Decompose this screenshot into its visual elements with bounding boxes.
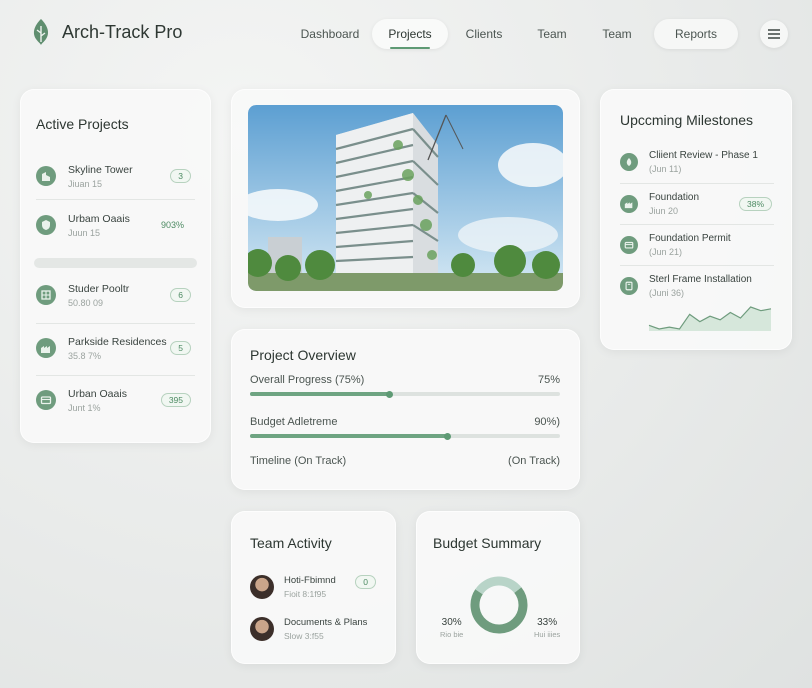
project-badge: 6 <box>170 288 191 302</box>
active-projects-card: Active Projects Skyline Tower Jiuan 15 3… <box>20 89 211 443</box>
progress-bar-fill <box>250 390 392 398</box>
activity-badge: 0 <box>355 575 376 589</box>
leaf-logo-icon <box>33 19 49 45</box>
project-item[interactable]: Skyline Tower Jiuan 15 3 <box>36 151 195 201</box>
milestone-date: Jiun 20 <box>649 206 679 216</box>
project-sub: 50.80 09 <box>68 297 104 308</box>
project-item[interactable]: Urban Oaais Junt 1% 395 <box>36 375 195 425</box>
budget-bar <box>250 432 560 440</box>
project-name: Studer Pooltr <box>68 282 130 295</box>
project-badge: 5 <box>170 341 191 355</box>
budget-summary-title: Budget Summary <box>433 535 542 551</box>
project-badge: 903% <box>160 220 184 230</box>
leaf-icon <box>620 153 638 171</box>
team-activity-title: Team Activity <box>250 535 332 551</box>
progress-label: Overall Progress (75%) <box>250 374 365 386</box>
budget-label: Budget Adletreme <box>250 416 338 428</box>
budget-right-value: 33% <box>537 617 558 628</box>
tab-team[interactable]: Team <box>520 19 584 49</box>
milestone-sparkline <box>648 306 772 331</box>
card-icon <box>36 390 56 410</box>
budget-donut-chart <box>470 576 528 634</box>
timeline-value: (On Track) <box>508 455 560 467</box>
grid-icon <box>36 285 56 305</box>
tab-clients[interactable]: Clients <box>448 19 520 49</box>
budget-left-sub: Rio bie <box>440 630 464 639</box>
budget-right-sub: Hui iiies <box>534 630 561 639</box>
milestone-name: Foundation Permit <box>649 233 731 244</box>
milestone-name: Sterl Frame Installation <box>649 274 752 285</box>
project-image-card <box>231 89 580 308</box>
activity-name: Hoti-Fbimnd <box>284 575 336 586</box>
activity-item[interactable]: Hoti-Fbimnd Fioit 8:1f95 0 <box>250 573 380 601</box>
top-nav: Dashboard Projects Clients Team Team Rep… <box>288 19 738 49</box>
factory-icon <box>36 338 56 358</box>
tab-team-2[interactable]: Team <box>584 19 650 49</box>
donut-slice <box>470 587 528 634</box>
building-render-image[interactable] <box>248 105 563 291</box>
milestone-item[interactable]: Foundation Jiun 20 38% <box>620 185 774 223</box>
project-item[interactable]: Studer Pooltr 50.80 09 6 <box>36 270 195 320</box>
milestone-date: (Juni 36) <box>649 288 685 298</box>
donut-slice <box>475 576 522 595</box>
tab-reports[interactable]: Reports <box>654 19 738 49</box>
team-activity-card: Team Activity Hoti-Fbimnd Fioit 8:1f95 0… <box>231 511 396 664</box>
shield-icon <box>36 215 56 235</box>
budget-summary-card: Budget Summary 30% Rio bie 33% Hui iiies <box>416 511 580 664</box>
budget-right-stat: 33% Hui iiies <box>534 617 560 639</box>
project-sub: Jiuan 15 <box>68 178 103 189</box>
milestone-name: Foundation <box>649 192 700 203</box>
milestone-item[interactable]: Sterl Frame Installation (Juni 36) <box>620 267 774 305</box>
project-overview-card: Project Overview Overall Progress (75%) … <box>231 329 580 490</box>
avatar <box>250 575 274 599</box>
budget-bar-fill <box>250 432 452 440</box>
hamburger-icon <box>768 29 780 39</box>
project-sub: Junt 1% <box>68 402 101 413</box>
tab-dashboard[interactable]: Dashboard <box>288 19 372 49</box>
milestones-card: Upccming Milestones Cliient Review - Pha… <box>600 89 792 350</box>
avatar <box>250 617 274 641</box>
milestone-name: Cliient Review - Phase 1 <box>649 150 758 161</box>
budget-left-value: 30% <box>441 617 462 628</box>
active-projects-title: Active Projects <box>36 116 129 132</box>
budget-left-stat: 30% Rio bie <box>440 617 463 639</box>
project-name: Skyline Tower <box>68 163 133 176</box>
overview-title: Project Overview <box>250 347 356 363</box>
divider <box>620 183 774 184</box>
activity-sub: Slow 3:f55 <box>284 631 324 641</box>
project-item[interactable]: Urbam Oaais Juun 15 903% <box>36 200 195 250</box>
app-title: Arch-Track Pro <box>62 21 183 42</box>
progress-value: 75% <box>537 374 560 386</box>
project-name: Urban Oaais <box>68 387 127 400</box>
divider <box>620 265 774 266</box>
milestone-date: (Jun 11) <box>649 164 682 174</box>
progress-bar <box>250 390 560 398</box>
building-icon <box>36 166 56 186</box>
milestone-badge: 38% <box>738 197 772 211</box>
activity-sub: Fioit 8:1f95 <box>284 589 327 599</box>
project-name: Urbam Oaais <box>68 212 130 225</box>
milestone-date: (Jun 21) <box>649 247 683 257</box>
project-sub: Juun 15 <box>68 227 101 238</box>
timeline-label: Timeline (On Track) <box>250 455 347 467</box>
project-badge: 3 <box>170 169 191 183</box>
book-icon <box>620 277 638 295</box>
milestones-title: Upccming Milestones <box>620 112 754 128</box>
project-name: Parkside Residences <box>68 335 167 348</box>
project-badge: 395 <box>160 393 191 407</box>
app-logo[interactable]: Arch-Track Pro <box>30 18 182 46</box>
tab-projects[interactable]: Projects <box>372 19 448 49</box>
divider <box>620 224 774 225</box>
project-item[interactable]: Parkside Residences 35.8 7% 5 <box>36 323 195 373</box>
project-sub: 35.8 7% <box>68 350 102 361</box>
scroll-separator <box>34 258 197 268</box>
card-icon <box>620 236 638 254</box>
activity-name: Documents & Plans <box>284 617 368 628</box>
milestone-item[interactable]: Cliient Review - Phase 1 (Jun 11) <box>620 143 774 181</box>
menu-button[interactable] <box>760 20 788 48</box>
factory-icon <box>620 195 638 213</box>
milestone-item[interactable]: Foundation Permit (Jun 21) <box>620 226 774 264</box>
budget-value: 90%) <box>534 416 560 428</box>
activity-item[interactable]: Documents & Plans Slow 3:f55 <box>250 615 380 643</box>
